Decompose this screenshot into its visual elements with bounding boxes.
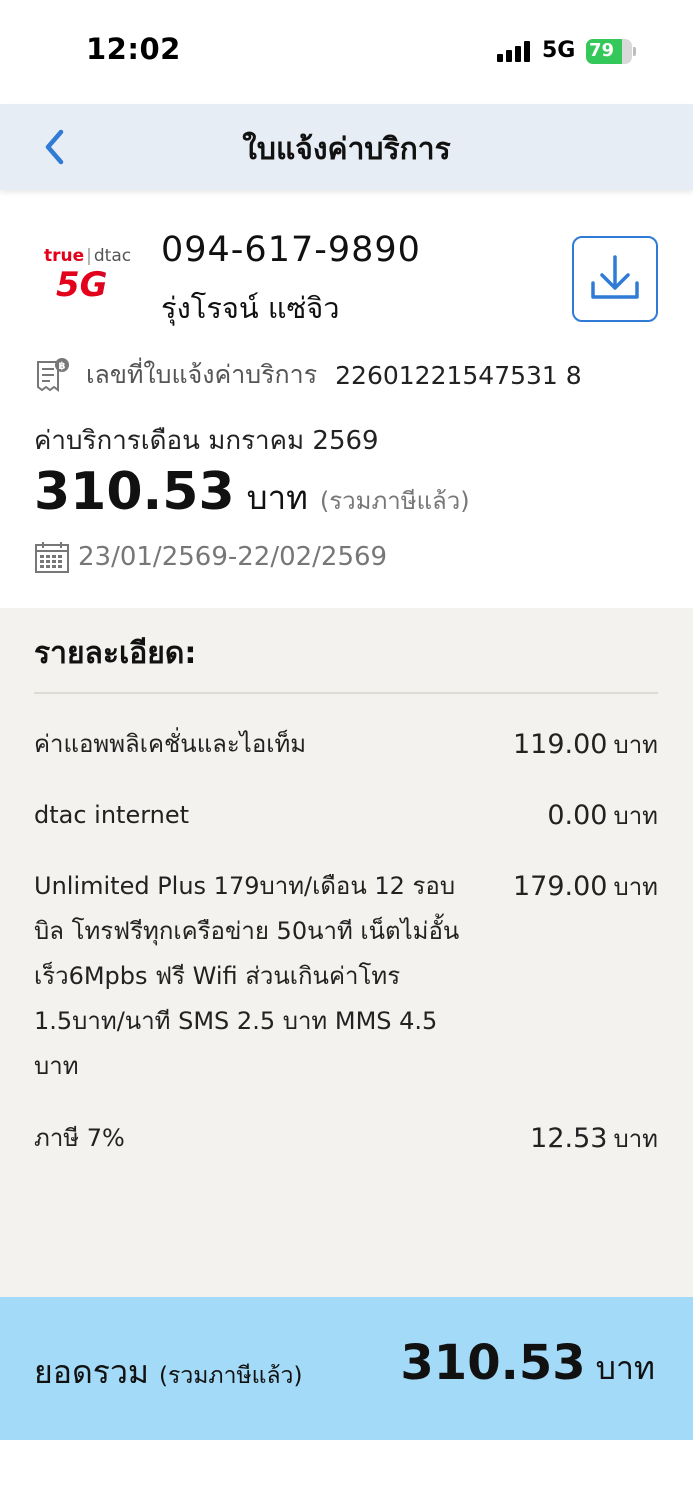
battery-icon: 79 [586,39,632,64]
page-title: ใบแจ้งค่าบริการ [242,132,451,167]
billing-month: ค่าบริการเดือน มกราคม 2569 [34,426,379,456]
total-value: 310.53 [400,1335,586,1391]
battery-nub [633,47,636,56]
billing-period: 23/01/2569-22/02/2569 [78,542,388,572]
app-header: ใบแจ้งค่าบริการ [0,104,693,190]
item-amount: 0.00 บาท [547,800,658,831]
bill-number-row: ฿ เลขที่ใบแจ้งค่าบริการ 22601221547531 8 [34,355,582,395]
status-time: 12:02 [86,32,181,66]
receipt-icon: ฿ [37,358,69,392]
total-amount: 310.53 บาท [400,1335,655,1394]
customer-name: รุ่งโรจน์ แซ่จิว [161,291,340,325]
bill-amount-note: (รวมภาษีแล้ว) [319,487,470,515]
bill-number-label: เลขที่ใบแจ้งค่าบริการ [86,360,318,389]
network-label: 5G [542,38,576,63]
calendar-icon [35,542,69,573]
signal-icon [497,40,530,62]
details-title: รายละเอียด: [34,636,197,671]
item-amount: 12.53 บาท [530,1123,658,1154]
status-bar: 12:02 5G 79 [0,0,693,104]
bill-amount-row: 310.53 บาท (รวมภาษีแล้ว) [34,462,470,524]
svg-text:฿: ฿ [59,361,66,372]
total-unit: บาท [595,1349,655,1387]
brand-dtac-text: dtac [93,246,132,266]
divider [34,692,658,694]
brand-true-text: true [44,246,85,266]
phone-number: 094-617-9890 [161,230,421,270]
brand-5g-text: 5G [56,266,136,304]
download-button[interactable] [572,236,658,322]
billing-period-row: 23/01/2569-22/02/2569 [34,538,387,576]
bill-number-value: 22601221547531 8 [335,360,582,390]
total-bar: ยอดรวม (รวมภาษีแล้ว) 310.53 บาท [0,1297,693,1440]
battery-percent: 79 [589,40,615,61]
item-name: ค่าแอพพลิเคชั่นและไอเท็ม [34,730,307,758]
details-section: รายละเอียด: ค่าแอพพลิเคชั่นและไอเท็ม 119… [0,608,693,1298]
item-name: dtac internet [34,801,190,829]
download-icon [591,255,639,299]
bill-amount-unit: บาท [246,478,308,517]
item-amount: 119.00 บาท [512,729,658,760]
item-name: ภาษี 7% [34,1124,125,1152]
total-note: (รวมภาษีแล้ว) [159,1363,303,1389]
item-amount: 179.00 บาท [512,871,658,902]
total-label: ยอดรวม (รวมภาษีแล้ว) [34,1353,303,1391]
brand-logo: true | dtac 5G [44,246,136,310]
bill-amount: 310.53 [34,462,235,522]
item-name: Unlimited Plus 179บาท/เดือน 12 รอบบิล โท… [34,872,460,1080]
